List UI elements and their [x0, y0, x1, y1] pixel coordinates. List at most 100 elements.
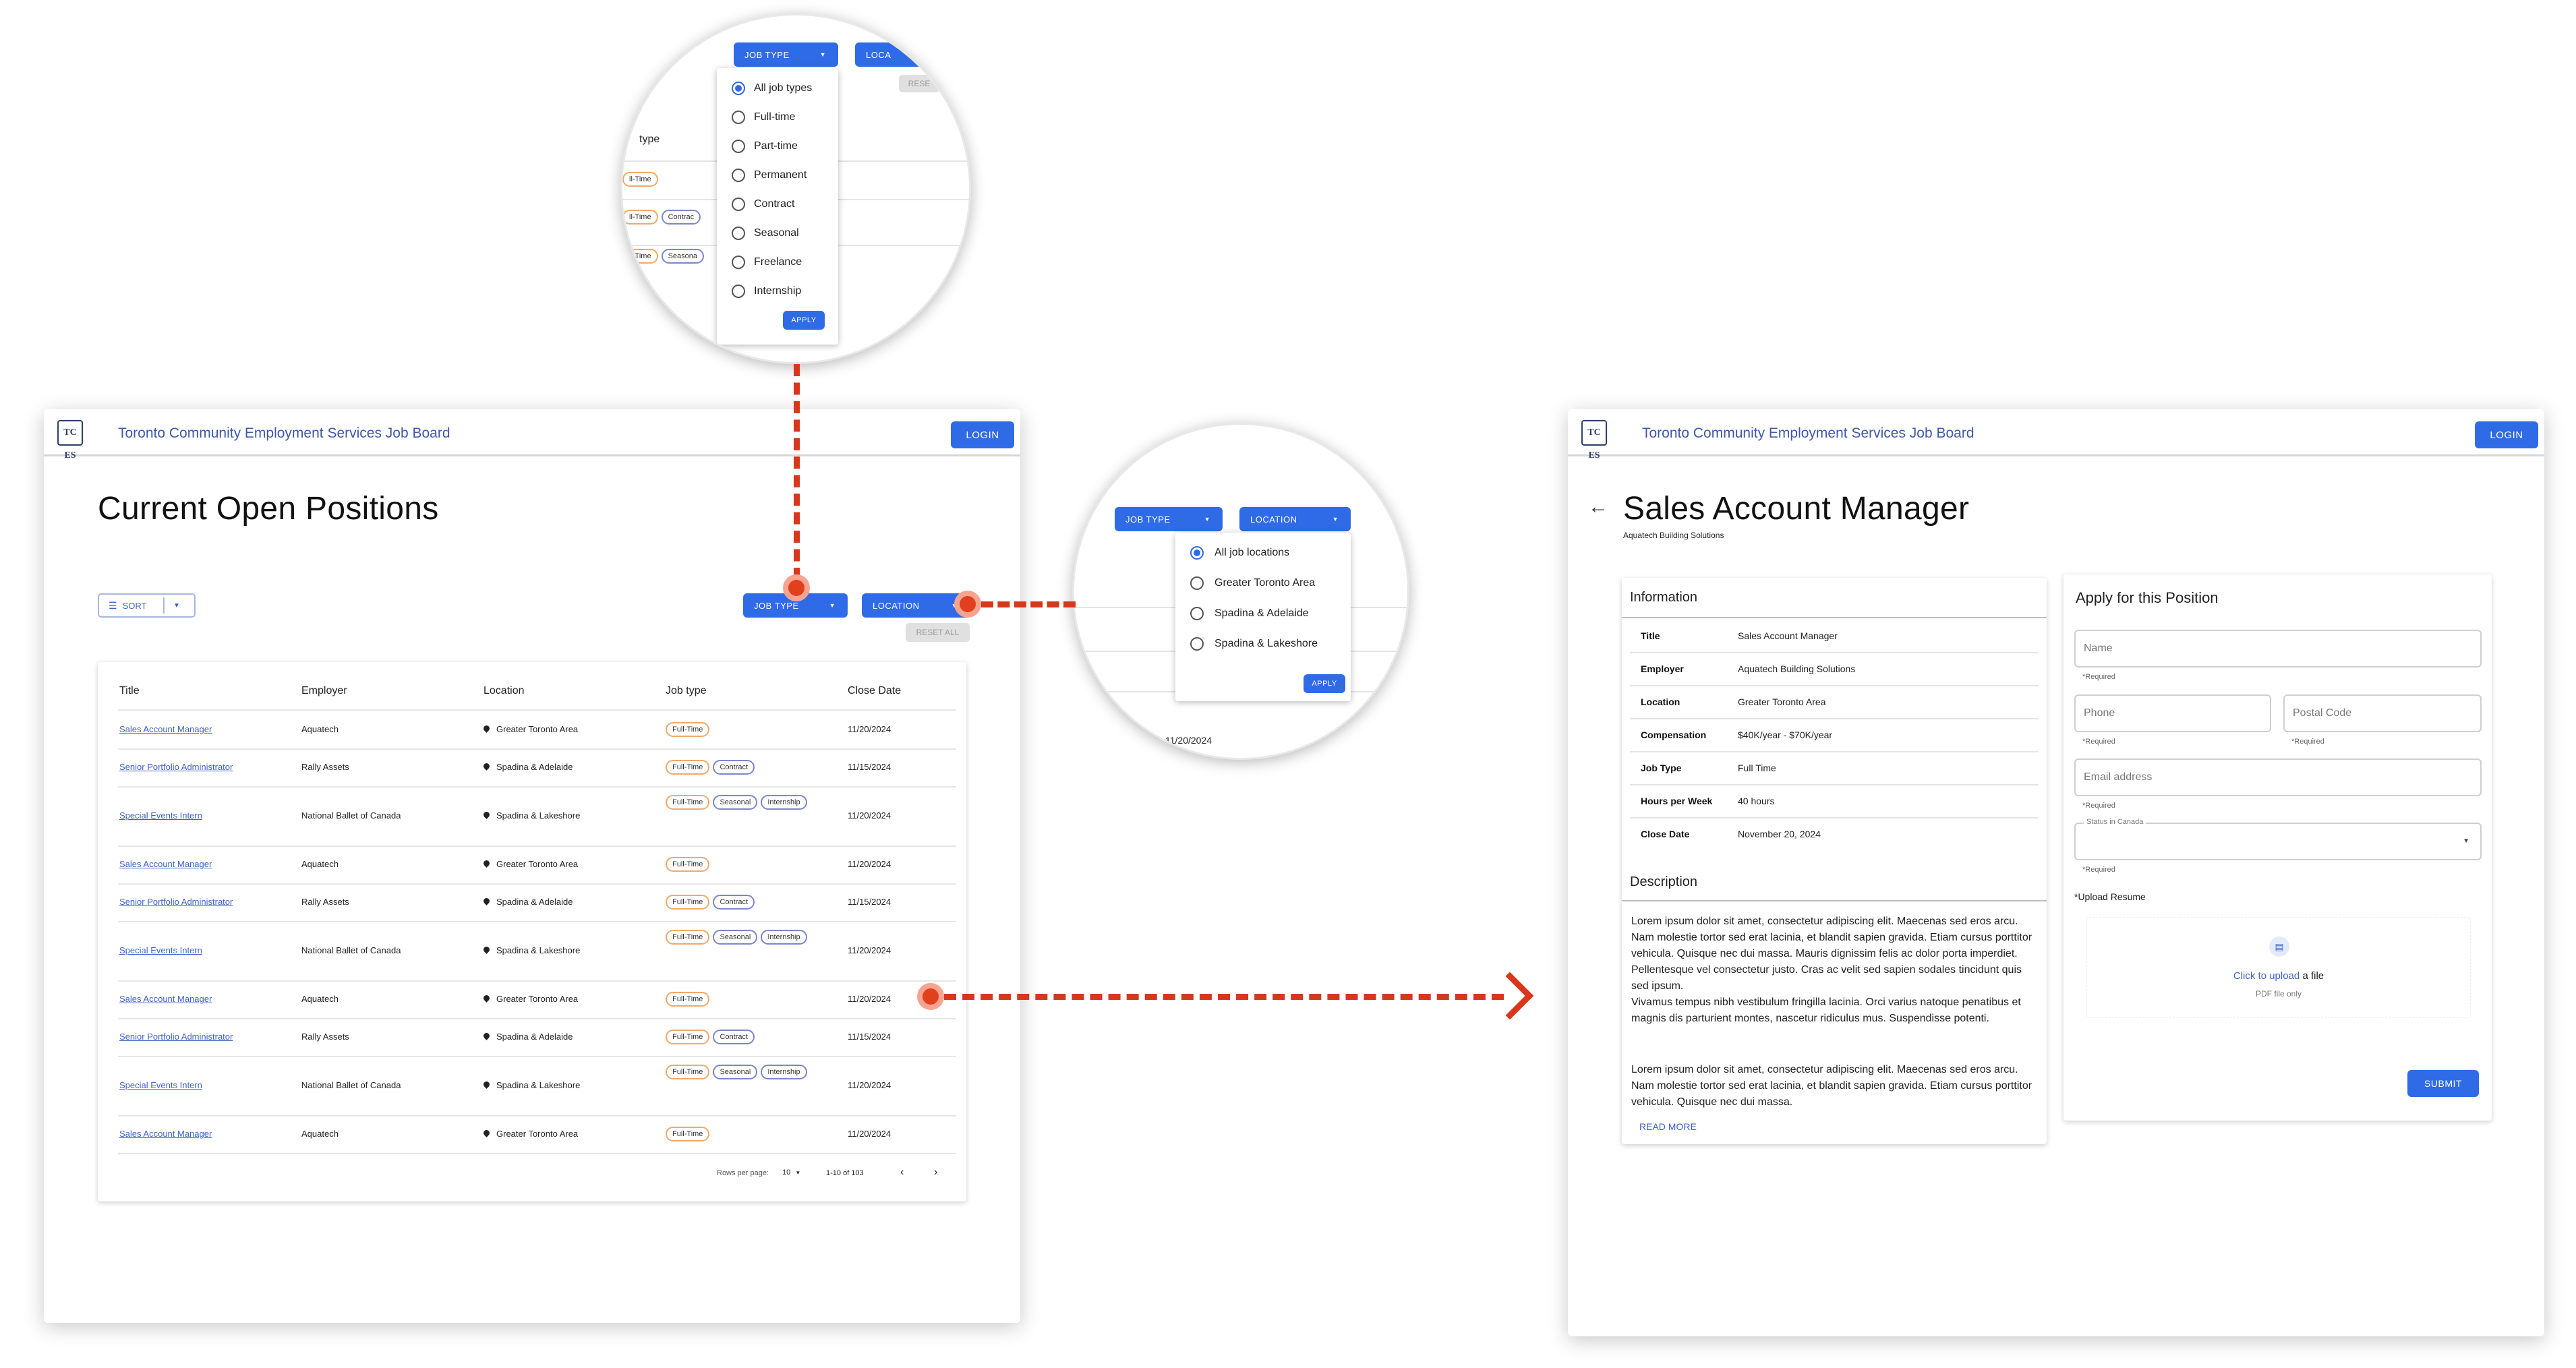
- job-type-chip: Full-Time: [666, 795, 710, 810]
- job-title-link[interactable]: Senior Portfolio Administrator: [119, 762, 233, 772]
- submit-button[interactable]: SUBMIT: [2407, 1070, 2479, 1097]
- job-title-link[interactable]: Special Events Intern: [119, 945, 202, 955]
- job-title-link[interactable]: Sales Account Manager: [119, 859, 212, 869]
- filter-lines-icon: ☰: [109, 599, 117, 611]
- job-type-option[interactable]: Contract: [717, 195, 838, 215]
- reset-all-button[interactable]: RESE: [899, 75, 939, 92]
- postal-code-field[interactable]: Postal Code: [2283, 694, 2482, 732]
- job-type-option[interactable]: Full-time: [717, 108, 838, 128]
- info-value: Sales Account Manager: [1738, 630, 1838, 641]
- job-title-link[interactable]: Sales Account Manager: [119, 1129, 212, 1139]
- job-type-chip: Internship: [761, 930, 807, 945]
- col-employer: Employer: [301, 685, 347, 696]
- description-paragraph: Vivamus tempus nibh vestibulum fringilla…: [1631, 997, 2021, 1024]
- option-label: Greater Toronto Area: [1214, 577, 1316, 589]
- description-heading: Description: [1630, 874, 1698, 889]
- job-title-link[interactable]: Special Events Intern: [119, 1080, 202, 1090]
- radio-icon: [732, 285, 745, 298]
- job-type-chip: Full-Time: [666, 930, 710, 945]
- location-text: Spadina & Adelaide: [496, 1032, 573, 1042]
- close-date-cell: 11/15/2024: [848, 762, 891, 772]
- email-field[interactable]: Email address: [2074, 759, 2482, 796]
- app-title[interactable]: Toronto Community Employment Services Jo…: [118, 425, 450, 442]
- location-pin-icon: [482, 1032, 491, 1040]
- job-title-link[interactable]: Sales Account Manager: [119, 994, 212, 1004]
- postal-code-placeholder: Postal Code: [2293, 707, 2352, 719]
- job-title-link[interactable]: Senior Portfolio Administrator: [119, 1032, 233, 1042]
- location-cell: Spadina & Lakeshore: [482, 1080, 580, 1090]
- job-type-option[interactable]: Internship: [717, 282, 838, 302]
- info-label: Location: [1641, 696, 1680, 707]
- location-menu: All job locations Greater Toronto Area Spa…: [1175, 533, 1351, 701]
- location-text: Spadina & Adelaide: [496, 897, 573, 907]
- job-title-link[interactable]: Sales Account Manager: [119, 724, 212, 734]
- info-value: Full Time: [1738, 763, 1776, 773]
- close-date-cell: 11/20/2024: [848, 810, 891, 821]
- job-type-filter-button[interactable]: JOB TYPE ▼: [1115, 507, 1223, 531]
- job-type-option[interactable]: Freelance: [717, 253, 838, 273]
- location-zoom-callout: JOB TYPE ▼ LOCATION ▼ 11/20/2024 All job…: [1072, 423, 1409, 760]
- job-type-chip: ll-Time Seasona: [622, 249, 707, 264]
- divider: [1630, 817, 2039, 819]
- option-label: Part-time: [754, 140, 798, 152]
- table-row-divider: [118, 1018, 956, 1019]
- apply-button[interactable]: APPLY: [1304, 674, 1345, 693]
- location-option[interactable]: Spadina & Lakeshore: [1175, 634, 1351, 655]
- job-type-option[interactable]: Part-time: [717, 137, 838, 157]
- job-type-chips: Full-Time Seasonal Internship: [666, 928, 821, 945]
- click-to-upload-link[interactable]: Click to upload: [2233, 970, 2300, 982]
- login-button[interactable]: LOGIN: [951, 421, 1014, 448]
- chevron-down-icon[interactable]: ▼: [173, 602, 180, 609]
- job-type-chip: Full-Time: [666, 857, 710, 872]
- job-type-option[interactable]: All job types: [717, 79, 838, 99]
- location-filter-button[interactable]: LOCATION ▼: [862, 593, 970, 618]
- upload-dropzone[interactable]: ▤ Click to upload a file PDF file only: [2086, 917, 2471, 1018]
- read-more-link[interactable]: READ MORE: [1639, 1121, 1697, 1132]
- option-label: Spadina & Adelaide: [1214, 607, 1309, 619]
- radio-icon: [732, 198, 745, 211]
- logo: TC ES: [1581, 420, 1607, 460]
- name-field[interactable]: Name: [2074, 630, 2482, 667]
- prev-page-icon[interactable]: ‹: [900, 1166, 904, 1179]
- radio-icon: [1190, 546, 1204, 560]
- location-pin-icon: [482, 810, 491, 819]
- job-title-link[interactable]: Senior Portfolio Administrator: [119, 897, 233, 907]
- app-title[interactable]: Toronto Community Employment Services Jo…: [1642, 425, 1974, 442]
- info-label: Job Type: [1641, 763, 1682, 773]
- location-option[interactable]: Greater Toronto Area: [1175, 574, 1351, 594]
- info-label: Employer: [1641, 663, 1684, 674]
- job-type-filter-button[interactable]: JOB TYPE ▼: [734, 42, 838, 67]
- next-page-icon[interactable]: ›: [934, 1166, 937, 1179]
- job-type-chips: Full-Time Contract: [666, 893, 821, 910]
- location-cell: Spadina & Lakeshore: [482, 945, 580, 955]
- option-label: Seasonal: [754, 227, 799, 239]
- location-text: Greater Toronto Area: [496, 859, 579, 869]
- table-row-divider: [118, 845, 956, 847]
- job-type-option[interactable]: Seasonal: [717, 224, 838, 244]
- apply-button[interactable]: APPLY: [783, 311, 825, 330]
- back-arrow-icon[interactable]: ←: [1588, 496, 1608, 518]
- required-hint: *Required: [2082, 673, 2115, 681]
- info-value: Greater Toronto Area: [1738, 696, 1826, 707]
- job-title-link[interactable]: Special Events Intern: [119, 810, 202, 821]
- reset-all-button[interactable]: RESET ALL: [906, 623, 970, 642]
- required-hint: *Required: [2291, 738, 2324, 746]
- location-option[interactable]: All job locations: [1175, 543, 1351, 564]
- status-in-canada-select[interactable]: Status in Canada ▼: [2074, 818, 2482, 860]
- sort-button-group[interactable]: ☰ SORT ▼: [98, 593, 196, 618]
- divider: [1622, 617, 2047, 618]
- job-type-option[interactable]: Permanent: [717, 166, 838, 186]
- location-filter-button[interactable]: LOCA: [855, 42, 923, 67]
- info-value: $40K/year - $70K/year: [1738, 730, 1833, 740]
- upload-instructions: Click to upload a file: [2087, 970, 2470, 982]
- location-option[interactable]: Spadina & Adelaide: [1175, 604, 1351, 624]
- info-label: Hours per Week: [1641, 796, 1713, 806]
- chip: Contrac: [661, 210, 701, 225]
- info-label: Close Date: [1641, 829, 1690, 839]
- login-button[interactable]: LOGIN: [2475, 421, 2538, 448]
- location-filter-button[interactable]: LOCATION ▼: [1239, 507, 1351, 531]
- rows-per-page-select[interactable]: 10 ▼: [782, 1168, 800, 1177]
- chip: ll-Time: [622, 249, 658, 264]
- location-label: LOCATION: [873, 600, 920, 611]
- phone-field[interactable]: Phone: [2074, 694, 2271, 732]
